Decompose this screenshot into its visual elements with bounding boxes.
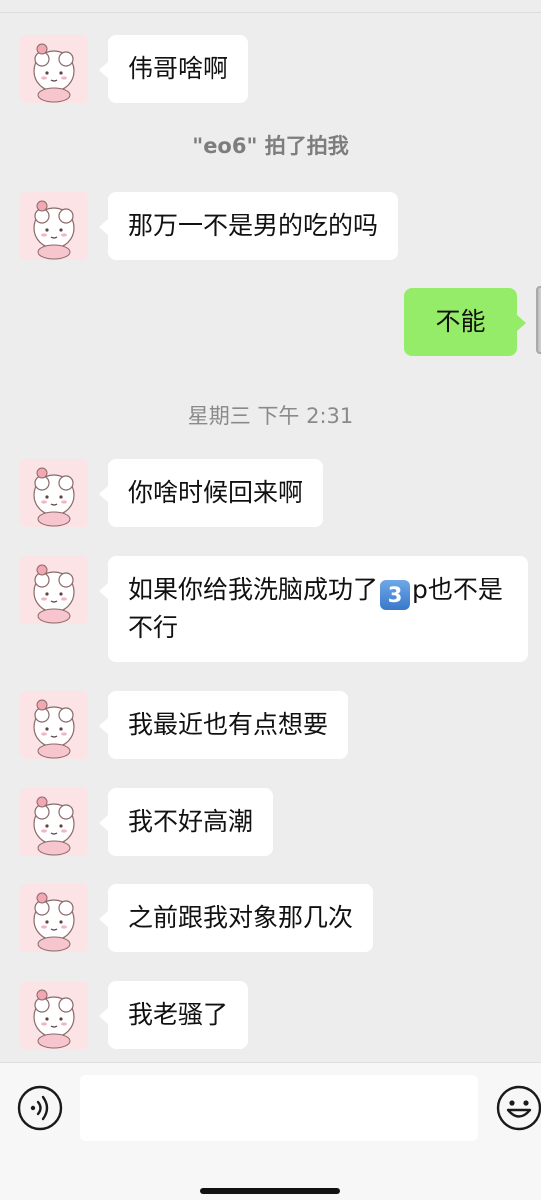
sheep-avatar-icon <box>20 884 88 952</box>
message-text: 不能 <box>435 307 486 336</box>
message-input[interactable] <box>80 1075 478 1141</box>
emoji-icon <box>496 1085 541 1131</box>
message-text: 我老骚了 <box>128 1000 229 1029</box>
message-text: 我不好高潮 <box>128 807 254 836</box>
sheep-avatar-icon <box>20 35 88 103</box>
my-message-bubble[interactable]: 不能 <box>404 288 526 356</box>
message-bubble[interactable]: 我不好高潮 <box>98 788 274 856</box>
message-bubble[interactable]: 那万一不是男的吃的吗 <box>98 192 399 260</box>
pat-notice: "eo6" 拍了拍我 <box>192 134 349 158</box>
input-bar <box>0 1062 541 1200</box>
message-bubble[interactable]: 你啥时候回来啊 <box>98 459 324 527</box>
chat-area[interactable]: 伟哥啥啊 "eo6" 拍了拍我 那万一不是男的吃的吗 不能 星期三 下午 2:3… <box>0 0 541 1062</box>
message-bubble[interactable]: 如果你给我洗脑成功了 3 p也不是不行 <box>99 556 528 662</box>
sheep-avatar-icon <box>20 459 88 527</box>
message-text: 你啥时候回来啊 <box>128 478 304 507</box>
contact-avatar[interactable] <box>20 459 88 527</box>
message-text: 那万一不是男的吃的吗 <box>128 211 379 240</box>
contact-avatar[interactable] <box>20 35 88 103</box>
contact-avatar[interactable] <box>20 691 88 759</box>
message-bubble[interactable]: 伟哥啥啊 <box>98 35 249 103</box>
contact-avatar[interactable] <box>20 884 88 952</box>
sheep-avatar-icon <box>20 691 88 759</box>
message-text: 如果你给我洗脑成功了 <box>128 575 379 604</box>
contact-avatar[interactable] <box>20 192 88 260</box>
sheep-avatar-icon <box>20 788 88 856</box>
my-avatar[interactable] <box>536 286 541 354</box>
emoji-button[interactable] <box>496 1085 541 1131</box>
message-bubble[interactable]: 之前跟我对象那几次 <box>98 884 374 952</box>
contact-avatar[interactable] <box>20 788 88 856</box>
contact-avatar[interactable] <box>20 556 88 624</box>
sheep-avatar-icon <box>20 556 88 624</box>
message-text: 我最近也有点想要 <box>128 710 329 739</box>
voice-button[interactable] <box>17 1085 63 1131</box>
keycap-3-emoji: 3 <box>380 580 411 610</box>
voice-icon <box>17 1085 63 1131</box>
message-bubble[interactable]: 我老骚了 <box>98 981 249 1049</box>
sheep-avatar-icon <box>20 192 88 260</box>
contact-avatar[interactable] <box>20 981 88 1049</box>
sheep-avatar-icon <box>20 981 88 1049</box>
message-text: 伟哥啥啊 <box>128 54 229 83</box>
message-text: 之前跟我对象那几次 <box>128 903 354 932</box>
home-indicator[interactable] <box>200 1188 340 1194</box>
message-bubble[interactable]: 我最近也有点想要 <box>98 691 349 759</box>
timestamp: 星期三 下午 2:31 <box>187 404 354 428</box>
